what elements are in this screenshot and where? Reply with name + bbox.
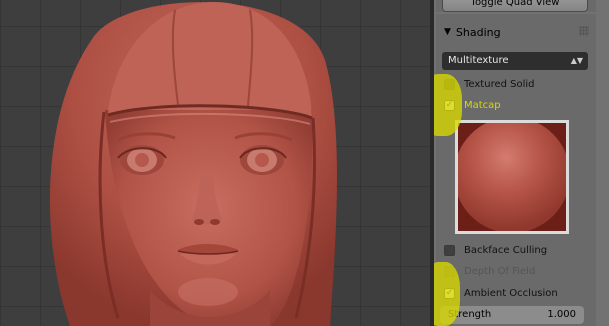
3d-viewport[interactable] — [0, 0, 430, 326]
matcap-preview[interactable] — [455, 120, 569, 234]
strength-slider[interactable]: Strength 1.000 — [440, 306, 584, 324]
matcap-label: Matcap — [464, 99, 501, 111]
highlight-mark — [434, 74, 462, 136]
strength-value: 1.000 — [547, 309, 576, 320]
sculpt-head-render — [49, 1, 337, 326]
triangle-down-icon[interactable]: ▼ — [444, 27, 451, 37]
shading-header-label: Shading — [455, 25, 501, 39]
shading-mode-value: Multitexture — [448, 55, 509, 66]
properties-panel: Toggle Quad View ▼ Shading Multitexture … — [434, 0, 609, 326]
shading-header[interactable]: ▼ Shading — [444, 23, 501, 41]
ambient-occlusion-checkbox[interactable]: ✓ Ambient Occlusion — [444, 285, 558, 301]
drag-dots-icon[interactable] — [579, 26, 589, 36]
textured-solid-label: Textured Solid — [464, 78, 535, 90]
toggle-quad-view-button[interactable]: Toggle Quad View — [442, 0, 588, 12]
depth-of-field-label: Depth Of Field — [464, 265, 536, 277]
shading-mode-dropdown[interactable]: Multitexture ▲▼ — [442, 52, 588, 70]
updown-arrow-icon: ▲▼ — [570, 56, 583, 65]
view-subpanel: Toggle Quad View — [436, 0, 596, 12]
matcap-sphere-image — [458, 123, 566, 231]
checkbox-icon[interactable] — [444, 244, 455, 256]
ambient-occlusion-label: Ambient Occlusion — [464, 287, 558, 299]
backface-culling-label: Backface Culling — [464, 244, 548, 256]
highlight-mark — [434, 262, 460, 326]
backface-culling-checkbox[interactable]: Backface Culling — [444, 242, 547, 258]
